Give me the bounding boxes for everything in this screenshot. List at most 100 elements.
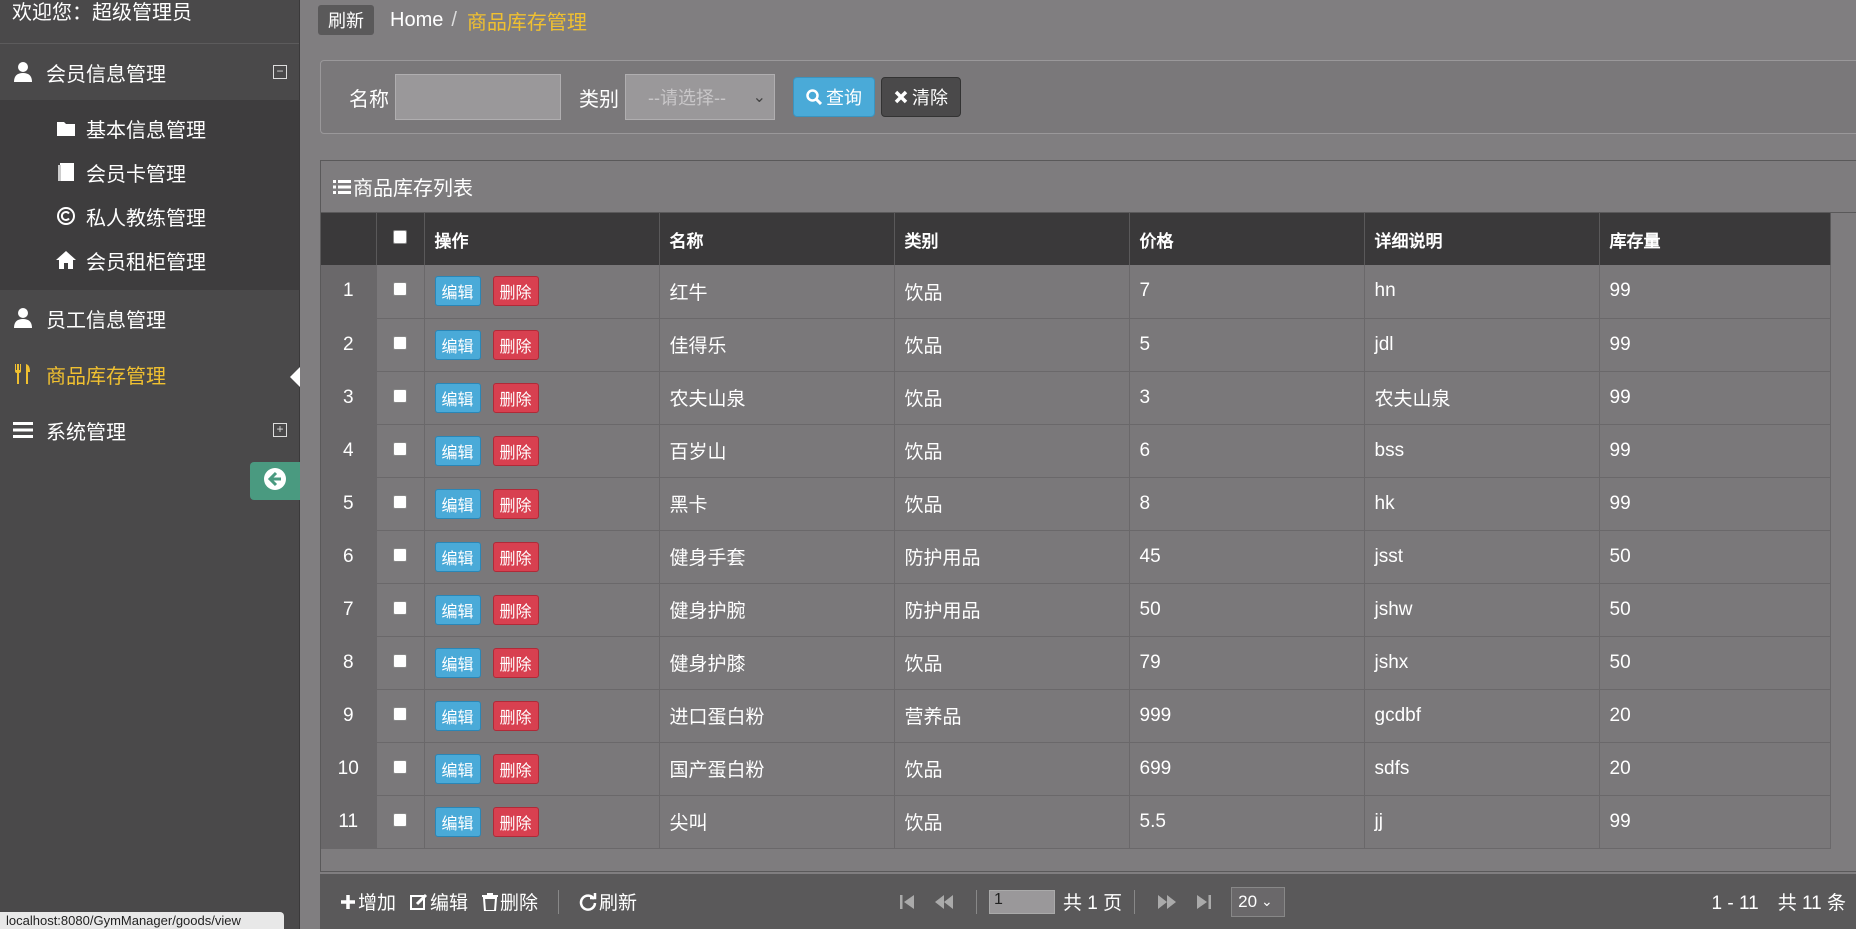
- collapse-icon[interactable]: −: [273, 65, 287, 79]
- table-row[interactable]: 8 编辑 删除 健身护膝 饮品 79 jshx 50: [321, 636, 1831, 690]
- table-row[interactable]: 11 编辑 删除 尖叫 饮品 5.5 jj 99: [321, 795, 1831, 849]
- add-button[interactable]: 增加: [340, 888, 396, 915]
- row-checkbox[interactable]: [393, 600, 407, 615]
- row-checkbox[interactable]: [393, 388, 407, 403]
- row-delete-button[interactable]: 删除: [492, 276, 539, 307]
- page-size-select[interactable]: 20 ⌄: [1231, 886, 1286, 917]
- row-delete-button[interactable]: 删除: [492, 806, 539, 837]
- row-delete-button[interactable]: 删除: [492, 382, 539, 413]
- header-description[interactable]: 详细说明: [1364, 213, 1600, 265]
- row-checkbox-cell[interactable]: [376, 371, 425, 425]
- row-checkbox[interactable]: [393, 759, 407, 774]
- row-edit-button[interactable]: 编辑: [434, 806, 481, 837]
- folder-icon: [56, 118, 76, 138]
- row-checkbox-cell[interactable]: [376, 636, 425, 690]
- header-price[interactable]: 价格: [1129, 213, 1365, 265]
- table-row[interactable]: 3 编辑 删除 农夫山泉 饮品 3 农夫山泉 99: [321, 371, 1831, 425]
- row-checkbox-cell[interactable]: [376, 689, 425, 743]
- sidebar-item-locker-rental[interactable]: 会员租柜管理: [0, 238, 299, 282]
- row-edit-button[interactable]: 编辑: [434, 753, 481, 784]
- row-delete-button[interactable]: 删除: [492, 700, 539, 731]
- menu-goods-inventory[interactable]: 商品库存管理: [0, 346, 299, 402]
- clear-button[interactable]: 清除: [881, 77, 961, 117]
- row-checkbox[interactable]: [393, 547, 407, 562]
- row-actions: 编辑 删除: [424, 424, 660, 478]
- table-row[interactable]: 5 编辑 删除 黑卡 饮品 8 hk 99: [321, 477, 1831, 531]
- table-row[interactable]: 1 编辑 删除 红牛 饮品 7 hn 99: [321, 265, 1831, 319]
- row-edit-button[interactable]: 编辑: [434, 647, 481, 678]
- menu-staff-info[interactable]: 员工信息管理: [0, 290, 299, 346]
- expand-icon[interactable]: +: [273, 423, 287, 437]
- refresh-tab-button[interactable]: 刷新: [318, 5, 374, 35]
- table-row[interactable]: 4 编辑 删除 百岁山 饮品 6 bss 99: [321, 424, 1831, 478]
- row-edit-button[interactable]: 编辑: [434, 435, 481, 466]
- row-edit-button[interactable]: 编辑: [434, 594, 481, 625]
- collapse-sidebar-button[interactable]: [250, 462, 300, 500]
- welcome-text: 欢迎您：超级管理员: [0, 0, 299, 44]
- sidebar-item-basic-info[interactable]: 基本信息管理: [0, 106, 299, 150]
- row-delete-button[interactable]: 删除: [492, 329, 539, 360]
- row-checkbox-cell[interactable]: [376, 477, 425, 531]
- user-icon: [12, 307, 34, 329]
- row-checkbox[interactable]: [393, 653, 407, 668]
- row-delete-button[interactable]: 删除: [492, 435, 539, 466]
- cell-price: 699: [1129, 742, 1365, 796]
- row-checkbox-cell[interactable]: [376, 530, 425, 584]
- next-page-icon[interactable]: [1157, 894, 1177, 910]
- copyright-icon: [56, 206, 76, 226]
- row-checkbox[interactable]: [393, 282, 407, 297]
- row-delete-button[interactable]: 删除: [492, 753, 539, 784]
- table-row[interactable]: 2 编辑 删除 佳得乐 饮品 5 jdl 99: [321, 318, 1831, 372]
- delete-button[interactable]: 删除: [482, 888, 538, 915]
- query-button[interactable]: 查询: [793, 77, 875, 117]
- table-row[interactable]: 6 编辑 删除 健身手套 防护用品 45 jsst 50: [321, 530, 1831, 584]
- row-checkbox[interactable]: [393, 706, 407, 721]
- header-name[interactable]: 名称: [659, 213, 895, 265]
- sidebar-item-member-card[interactable]: 会员卡管理: [0, 150, 299, 194]
- table-row[interactable]: 7 编辑 删除 健身护腕 防护用品 50 jshw 50: [321, 583, 1831, 637]
- row-checkbox-cell[interactable]: [376, 265, 425, 319]
- last-page-icon[interactable]: [1197, 894, 1212, 910]
- menu-system[interactable]: 系统管理 +: [0, 402, 299, 458]
- row-checkbox-cell[interactable]: [376, 742, 425, 796]
- cell-description: hn: [1364, 265, 1600, 319]
- row-edit-button[interactable]: 编辑: [434, 700, 481, 731]
- header-select-all[interactable]: [376, 213, 425, 265]
- row-checkbox[interactable]: [393, 812, 407, 827]
- category-select[interactable]: --请选择-- ⌄: [625, 74, 775, 120]
- row-edit-button[interactable]: 编辑: [434, 541, 481, 572]
- name-input[interactable]: [395, 74, 561, 120]
- search-icon: [806, 89, 822, 105]
- row-checkbox-cell[interactable]: [376, 424, 425, 478]
- prev-page-icon[interactable]: [934, 894, 954, 910]
- header-stock[interactable]: 库存量: [1599, 213, 1831, 265]
- row-delete-button[interactable]: 删除: [492, 488, 539, 519]
- cell-price: 5.5: [1129, 795, 1365, 849]
- page-number-input[interactable]: 1: [989, 889, 1055, 914]
- sidebar-item-personal-trainer[interactable]: 私人教练管理: [0, 194, 299, 238]
- row-edit-button[interactable]: 编辑: [434, 329, 481, 360]
- row-checkbox[interactable]: [393, 335, 407, 350]
- table-row[interactable]: 9 编辑 删除 进口蛋白粉 营养品 999 gcdbf 20: [321, 689, 1831, 743]
- first-page-icon[interactable]: [900, 894, 914, 910]
- menu-member-info[interactable]: 会员信息管理 −: [0, 44, 299, 100]
- row-edit-button[interactable]: 编辑: [434, 488, 481, 519]
- row-delete-button[interactable]: 删除: [492, 647, 539, 678]
- header-category[interactable]: 类别: [894, 213, 1130, 265]
- row-actions: 编辑 删除: [424, 371, 660, 425]
- select-all-checkbox[interactable]: [393, 230, 407, 244]
- row-checkbox-cell[interactable]: [376, 583, 425, 637]
- row-checkbox[interactable]: [393, 441, 407, 456]
- row-checkbox[interactable]: [393, 494, 407, 509]
- row-checkbox-cell[interactable]: [376, 795, 425, 849]
- row-delete-button[interactable]: 删除: [492, 594, 539, 625]
- breadcrumb-home[interactable]: Home: [390, 9, 443, 32]
- table-row[interactable]: 10 编辑 删除 国产蛋白粉 饮品 699 sdfs 20: [321, 742, 1831, 796]
- row-edit-button[interactable]: 编辑: [434, 382, 481, 413]
- row-delete-button[interactable]: 删除: [492, 541, 539, 572]
- cell-name: 农夫山泉: [659, 371, 895, 425]
- edit-button[interactable]: 编辑: [410, 888, 468, 915]
- refresh-button[interactable]: 刷新: [579, 888, 637, 915]
- row-edit-button[interactable]: 编辑: [434, 276, 481, 307]
- row-checkbox-cell[interactable]: [376, 318, 425, 372]
